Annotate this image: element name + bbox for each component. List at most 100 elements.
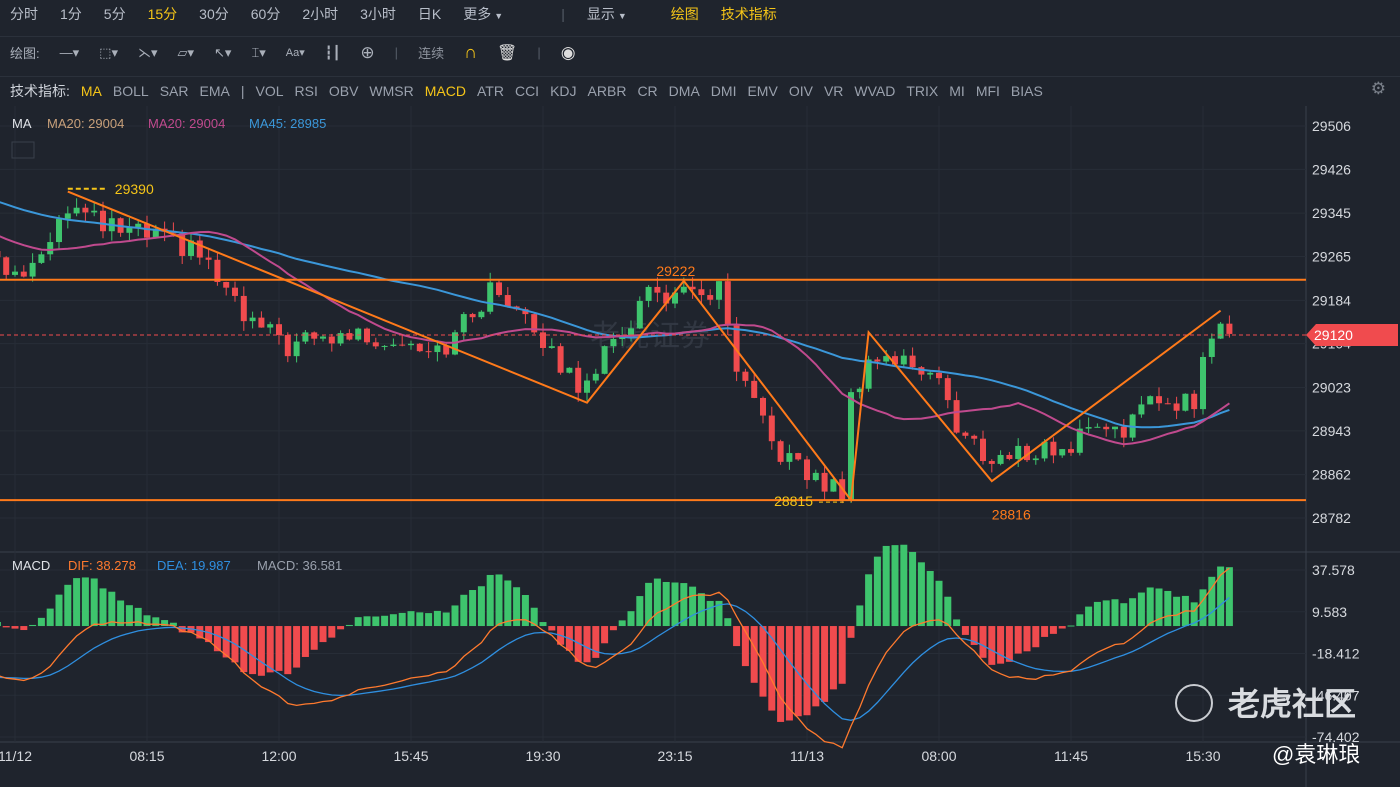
candle-body: [821, 472, 828, 492]
candle-body: [1094, 426, 1101, 428]
indicator-obv[interactable]: OBV: [329, 83, 359, 99]
ma-legend-title: MA: [12, 116, 32, 131]
divider: |: [394, 45, 399, 60]
display-dropdown[interactable]: 显示 ▼: [587, 4, 649, 24]
period-tab-8[interactable]: 日K: [418, 4, 441, 24]
rect-tool-icon[interactable]: ⬚▾: [99, 45, 118, 61]
indicator-wmsr[interactable]: WMSR: [369, 83, 413, 99]
text-tool-icon[interactable]: Aa▾: [286, 46, 305, 59]
zoom-icon[interactable]: ⊕: [360, 43, 374, 63]
indicator-kdj[interactable]: KDJ: [550, 83, 576, 99]
candle-body: [548, 346, 555, 348]
macd-bar: [917, 562, 925, 627]
macd-bar: [882, 545, 890, 627]
indicator-ema[interactable]: EMA: [200, 83, 230, 99]
macd-bar: [81, 577, 89, 627]
time-tick: 11:45: [1054, 748, 1088, 764]
indicator-vr[interactable]: VR: [824, 83, 843, 99]
indicator-macd[interactable]: MACD: [425, 83, 466, 99]
indicator-arbr[interactable]: ARBR: [588, 83, 627, 99]
macd-bar: [1014, 626, 1022, 654]
macd-bar: [926, 570, 934, 627]
candle-body: [478, 311, 485, 318]
period-tab-3[interactable]: 15分: [148, 4, 178, 24]
kline-chart[interactable]: 2950629426293452926529184291042902328943…: [0, 106, 1400, 787]
period-tab-2[interactable]: 5分: [104, 4, 126, 24]
price-tick: 29426: [1312, 161, 1351, 177]
candle-body: [900, 355, 907, 365]
price-tick: 28943: [1312, 423, 1351, 439]
period-tab-0[interactable]: 分时: [10, 4, 38, 24]
more-dropdown[interactable]: 更多 ▼: [463, 4, 525, 24]
indicator-cr[interactable]: CR: [637, 83, 657, 99]
macd-bar: [803, 626, 811, 716]
candle-body: [980, 438, 986, 462]
candle-body: [29, 262, 36, 277]
macd-bar: [777, 626, 785, 722]
macd-bar: [1023, 626, 1031, 652]
macd-bar: [249, 626, 257, 675]
indicator-ma[interactable]: MA: [81, 83, 102, 99]
indicator-boll[interactable]: BOLL: [113, 83, 149, 99]
candle-body: [1191, 393, 1198, 410]
period-tab-4[interactable]: 30分: [199, 4, 229, 24]
indicator-trix[interactable]: TRIX: [906, 83, 938, 99]
macd-bar: [73, 578, 81, 627]
macd-bar: [829, 626, 837, 690]
line-tool-icon[interactable]: —▾: [60, 45, 80, 61]
indicator-wvad[interactable]: WVAD: [854, 83, 895, 99]
candle-body: [1208, 338, 1215, 357]
candle-body: [1182, 393, 1189, 411]
indicator-emv[interactable]: EMV: [747, 83, 777, 99]
arrow-tool-icon[interactable]: ↖▾: [214, 45, 231, 61]
macd-bar: [354, 617, 362, 627]
candle-tool-icon[interactable]: ┇┃: [325, 45, 341, 61]
trash-icon[interactable]: 🗑︎: [497, 43, 517, 63]
indicator-mfi[interactable]: MFI: [976, 83, 1000, 99]
candle-body: [47, 242, 54, 255]
eye-icon[interactable]: ◉: [561, 43, 576, 63]
indicator-bar: 技术指标: MA BOLL SAR EMA | VOL RSI OBV WMSR MACD ATR CC…: [0, 76, 1400, 104]
dif-legend: DIF: 38.278: [68, 558, 136, 573]
macd-bar: [46, 608, 54, 627]
candle-body: [267, 324, 274, 328]
candle-body: [680, 286, 687, 293]
macd-bar: [55, 594, 63, 627]
indicator-atr[interactable]: ATR: [477, 83, 504, 99]
indicator-mi[interactable]: MI: [949, 83, 965, 99]
indicator-title: 技术指标:: [10, 82, 70, 99]
period-tab-5[interactable]: 60分: [251, 4, 281, 24]
time-tick: 15:30: [1185, 748, 1220, 764]
candle-body: [1015, 445, 1022, 459]
candle-body: [346, 333, 353, 340]
period-tab-1[interactable]: 1分: [60, 4, 82, 24]
draw-button[interactable]: 绘图: [671, 4, 699, 24]
wave-tool-icon[interactable]: ⋋▾: [138, 45, 158, 61]
macd-bar: [90, 578, 98, 627]
candle-body: [742, 371, 749, 381]
indicator-button[interactable]: 技术指标: [721, 4, 777, 24]
indicator-bias[interactable]: BIAS: [1011, 83, 1043, 99]
macd-bar: [337, 626, 345, 630]
macd-legend: MACD: 36.581: [257, 558, 342, 573]
period-tab-6[interactable]: 2小时: [302, 4, 338, 24]
measure-tool-icon[interactable]: ⌶▾: [251, 45, 265, 61]
fib-tool-icon[interactable]: ▱▾: [178, 45, 195, 61]
macd-bar: [979, 626, 987, 658]
dea-legend: DEA: 19.987: [157, 558, 231, 573]
magnet-icon[interactable]: ∩: [464, 42, 477, 63]
candle-body: [698, 289, 705, 296]
settings-gear-icon[interactable]: ⚙: [1371, 79, 1386, 99]
period-tab-7[interactable]: 3小时: [360, 4, 396, 24]
indicator-sar[interactable]: SAR: [160, 83, 189, 99]
continuous-toggle[interactable]: 连续: [418, 43, 444, 62]
macd-bar: [838, 626, 846, 684]
indicator-rsi[interactable]: RSI: [295, 83, 318, 99]
indicator-oiv[interactable]: OIV: [789, 83, 813, 99]
indicator-vol[interactable]: VOL: [255, 83, 283, 99]
indicator-cci[interactable]: CCI: [515, 83, 539, 99]
macd-bar: [900, 544, 908, 627]
candle-body: [276, 324, 282, 336]
indicator-dmi[interactable]: DMI: [711, 83, 737, 99]
indicator-dma[interactable]: DMA: [669, 83, 700, 99]
